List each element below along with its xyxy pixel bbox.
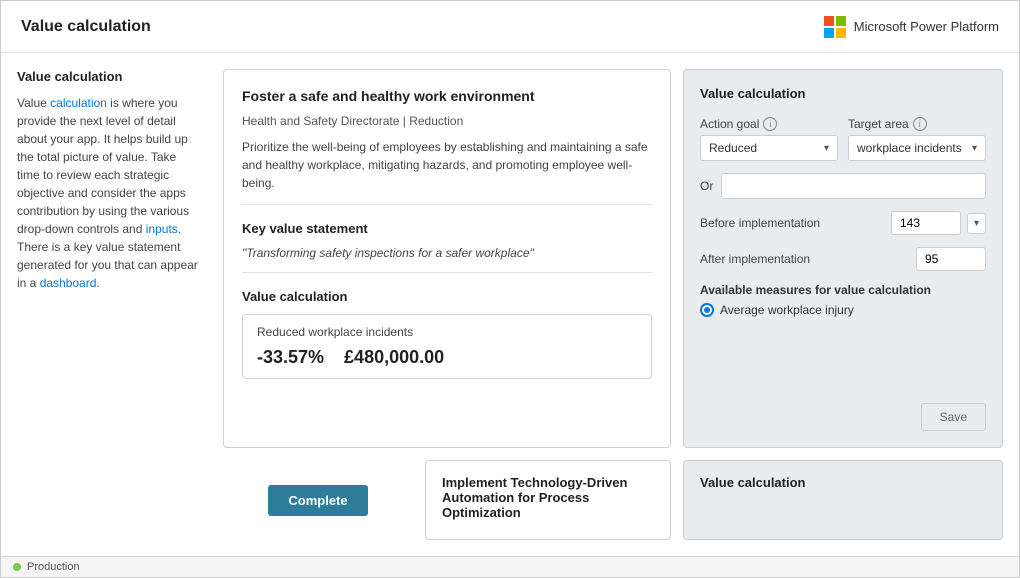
form-row-selects: Action goal i Reduced ▾ Target area — [700, 117, 986, 161]
before-impl-input[interactable] — [891, 211, 961, 235]
before-impl-label: Before implementation — [700, 216, 820, 230]
ms-square-red — [824, 16, 834, 26]
header: Value calculation Microsoft Power Platfo… — [1, 1, 1019, 53]
bottom-card-title: Implement Technology-Driven Automation f… — [442, 475, 654, 520]
complete-button[interactable]: Complete — [268, 485, 367, 516]
sidebar-text: Value calculation is where you provide t… — [17, 94, 199, 292]
ms-squares-icon — [824, 16, 846, 38]
bottom-right-title: Value calculation — [700, 475, 986, 490]
after-impl-label: After implementation — [700, 252, 810, 266]
value-calc-heading: Value calculation — [242, 289, 652, 304]
before-impl-row: Before implementation ▾ — [700, 211, 986, 235]
ms-logo: Microsoft Power Platform — [824, 16, 999, 38]
before-impl-chevron-icon: ▾ — [974, 218, 979, 229]
after-impl-input[interactable] — [916, 247, 986, 271]
top-row: Foster a safe and healthy work environme… — [223, 69, 1003, 448]
main-card-subtitle: Health and Safety Directorate | Reductio… — [242, 114, 652, 128]
radio-inner — [704, 307, 710, 313]
save-button[interactable]: Save — [921, 403, 986, 431]
action-goal-select[interactable]: Reduced ▾ — [700, 135, 838, 161]
ms-square-green — [836, 16, 846, 26]
page-title: Value calculation — [21, 18, 151, 36]
action-goal-value: Reduced — [709, 141, 757, 155]
target-area-chevron-icon: ▾ — [972, 143, 977, 154]
key-value-heading: Key value statement — [242, 221, 652, 236]
value-percent: -33.57% — [257, 347, 324, 368]
main-content: Value calculation Value calculation is w… — [1, 53, 1019, 556]
action-goal-chevron-icon: ▾ — [824, 143, 829, 154]
target-area-info-icon[interactable]: i — [913, 117, 927, 131]
ms-logo-text: Microsoft Power Platform — [854, 19, 999, 34]
bottom-main-card: Implement Technology-Driven Automation f… — [425, 460, 671, 540]
ms-square-yellow — [836, 28, 846, 38]
app-container: Value calculation Microsoft Power Platfo… — [0, 0, 1020, 578]
after-impl-row: After implementation — [700, 247, 986, 271]
target-area-select[interactable]: workplace incidents ▾ — [848, 135, 986, 161]
value-currency: £480,000.00 — [344, 347, 444, 368]
sidebar-link-dashboard[interactable]: dashboard — [40, 276, 97, 290]
measure-radio[interactable] — [700, 303, 714, 317]
or-label: Or — [700, 179, 713, 193]
target-area-group: Target area i workplace incidents ▾ — [848, 117, 986, 161]
value-calc-numbers: -33.57% £480,000.00 — [257, 347, 637, 368]
ms-square-blue — [824, 28, 834, 38]
production-status-icon — [13, 563, 21, 571]
sidebar-link-inputs[interactable]: inputs — [146, 222, 178, 236]
or-row: Or — [700, 173, 986, 199]
sidebar-heading: Value calculation — [17, 69, 199, 84]
footer: Production — [1, 556, 1019, 577]
divider-2 — [242, 272, 652, 273]
target-area-label: Target area i — [848, 117, 986, 131]
before-impl-input-wrap: ▾ — [891, 211, 986, 235]
divider — [242, 204, 652, 205]
after-impl-input-wrap — [916, 247, 986, 271]
bottom-right-panel: Value calculation — [683, 460, 1003, 540]
action-goal-info-icon[interactable]: i — [763, 117, 777, 131]
before-impl-select[interactable]: ▾ — [967, 213, 986, 234]
value-calc-box: Reduced workplace incidents -33.57% £480… — [242, 314, 652, 379]
complete-btn-wrap: Complete — [223, 460, 413, 540]
measures-title: Available measures for value calculation — [700, 283, 986, 297]
bottom-row: Complete Implement Technology-Driven Aut… — [223, 460, 1003, 540]
main-card-title: Foster a safe and healthy work environme… — [242, 88, 652, 104]
action-goal-label: Action goal i — [700, 117, 838, 131]
right-panel: Value calculation Action goal i Reduced … — [683, 69, 1003, 448]
cards-area: Foster a safe and healthy work environme… — [223, 69, 1003, 540]
measures-section: Available measures for value calculation… — [700, 283, 986, 317]
footer-env-label: Production — [27, 561, 80, 573]
measure-label: Average workplace injury — [720, 303, 854, 317]
target-area-value: workplace incidents — [857, 141, 962, 155]
sidebar-link-calculation[interactable]: calculation — [50, 96, 107, 110]
right-panel-title: Value calculation — [700, 86, 986, 101]
value-calc-sub-label: Reduced workplace incidents — [257, 325, 637, 339]
left-sidebar: Value calculation Value calculation is w… — [17, 69, 207, 540]
main-card-description: Prioritize the well-being of employees b… — [242, 138, 652, 192]
or-input[interactable] — [721, 173, 986, 199]
main-card: Foster a safe and healthy work environme… — [223, 69, 671, 448]
measure-item: Average workplace injury — [700, 303, 986, 317]
action-goal-group: Action goal i Reduced ▾ — [700, 117, 838, 161]
key-value-text: "Transforming safety inspections for a s… — [242, 246, 652, 260]
